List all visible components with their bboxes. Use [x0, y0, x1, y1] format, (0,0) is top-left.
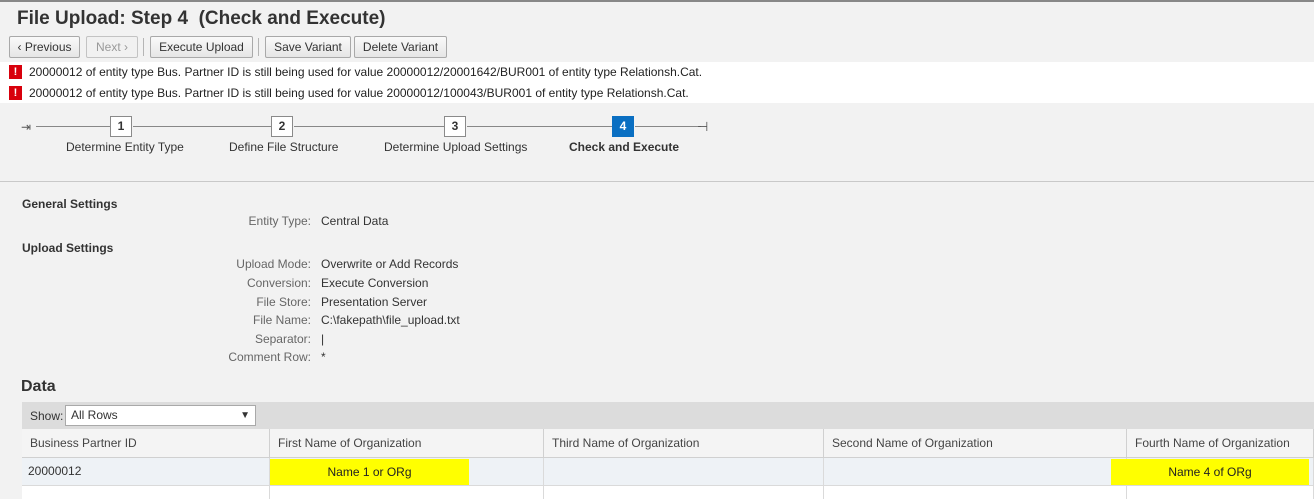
file-name-value: C:\fakepath\file_upload.txt — [321, 313, 460, 327]
entity-type-label: Entity Type: — [248, 214, 311, 228]
roadmap-connector — [635, 126, 701, 127]
next-button[interactable]: Next › — [86, 36, 138, 58]
section-divider — [0, 181, 1314, 182]
show-label: Show: — [30, 409, 64, 423]
highlighted-cell-value: Name 1 or ORg — [270, 459, 469, 485]
column-header[interactable]: Fourth Name of Organization — [1127, 429, 1314, 458]
toolbar-separator — [258, 38, 259, 56]
upload-mode-value: Overwrite or Add Records — [321, 257, 459, 271]
empty-table-cell — [1127, 486, 1314, 499]
upload-settings-title: Upload Settings — [22, 241, 114, 255]
roadmap-connector — [294, 126, 444, 127]
table-cell[interactable] — [824, 458, 1127, 486]
error-message-text: 20000012 of entity type Bus. Partner ID … — [29, 65, 703, 79]
page-title: File Upload: Step 4 (Check and Execute) — [17, 8, 386, 29]
error-icon: ! — [9, 86, 22, 100]
empty-table-cell — [544, 486, 824, 499]
empty-table-cell — [824, 486, 1127, 499]
separator-value: | — [321, 332, 325, 346]
chevron-down-icon[interactable]: ▼ — [240, 406, 250, 425]
delete-variant-button[interactable]: Delete Variant — [354, 36, 447, 58]
roadmap-step-3[interactable]: 3 — [444, 116, 466, 137]
conversion-value: Execute Conversion — [321, 276, 429, 290]
table-toolbar: Show: All Rows ▼ — [22, 402, 1314, 429]
roadmap-connector — [133, 126, 271, 127]
roadmap-connector — [467, 126, 612, 127]
message-area: ! 20000012 of entity type Bus. Partner I… — [0, 62, 1314, 103]
roadmap-step-label[interactable]: Define File Structure — [229, 140, 338, 154]
roadmap-connector — [36, 126, 110, 127]
file-store-label: File Store: — [256, 295, 311, 309]
error-icon: ! — [9, 65, 22, 79]
file-name-label: File Name: — [252, 313, 311, 327]
roadmap-step-1[interactable]: 1 — [110, 116, 132, 137]
file-store-value: Presentation Server — [321, 295, 428, 309]
column-header[interactable]: Business Partner ID — [22, 429, 270, 458]
roadmap-step-4[interactable]: 4 — [612, 116, 634, 137]
roadmap-step-label[interactable]: Determine Upload Settings — [384, 140, 527, 154]
separator-label: Separator: — [254, 332, 311, 346]
table-cell[interactable]: 20000012 — [22, 458, 270, 486]
column-header[interactable]: Second Name of Organization — [824, 429, 1127, 458]
empty-table-cell — [270, 486, 544, 499]
roadmap-end-icon: ⊣ — [697, 119, 709, 134]
execute-upload-button[interactable]: Execute Upload — [150, 36, 253, 58]
empty-table-cell — [22, 486, 270, 499]
entity-type-value: Central Data — [321, 214, 389, 228]
roadmap: ⇥ ⊣ 1 Determine Entity Type 2 Define Fil… — [0, 103, 1314, 175]
column-header[interactable]: First Name of Organization — [270, 429, 544, 458]
data-table: Business Partner ID First Name of Organi… — [22, 429, 1314, 499]
error-message-text: 20000012 of entity type Bus. Partner ID … — [29, 86, 689, 100]
general-settings-title: General Settings — [22, 197, 118, 211]
toolbar-separator — [143, 38, 144, 56]
show-rows-value: All Rows — [71, 408, 118, 422]
table-cell[interactable] — [544, 458, 824, 486]
data-section-title: Data — [21, 378, 56, 395]
roadmap-step-2[interactable]: 2 — [271, 116, 293, 137]
roadmap-start-icon: ⇥ — [21, 120, 32, 134]
conversion-label: Conversion: — [246, 276, 311, 290]
show-rows-select[interactable]: All Rows ▼ — [65, 405, 256, 426]
top-border — [0, 0, 1314, 2]
roadmap-step-label[interactable]: Determine Entity Type — [66, 140, 184, 154]
comment-row-value: * — [321, 350, 326, 364]
roadmap-step-label[interactable]: Check and Execute — [569, 140, 679, 154]
upload-mode-label: Upload Mode: — [236, 257, 311, 271]
column-header[interactable]: Third Name of Organization — [544, 429, 824, 458]
previous-button[interactable]: ‹ Previous — [9, 36, 80, 58]
comment-row-label: Comment Row: — [228, 350, 311, 364]
save-variant-button[interactable]: Save Variant — [265, 36, 351, 58]
highlighted-cell-value: Name 4 of ORg — [1111, 459, 1309, 485]
